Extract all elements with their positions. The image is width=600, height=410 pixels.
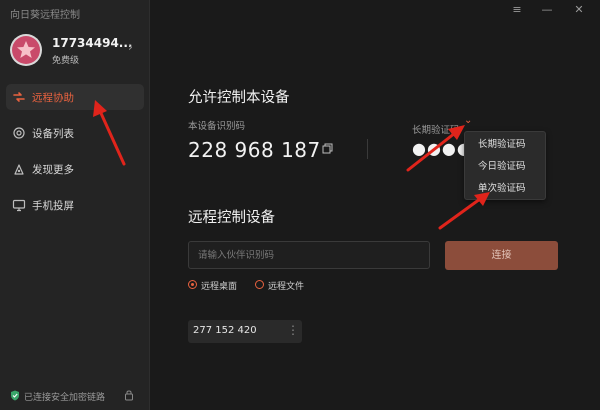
close-icon[interactable]: ✕ — [570, 3, 588, 21]
avatar-star-icon — [12, 36, 40, 64]
avatar — [10, 34, 42, 66]
device-id: 228 968 187 — [188, 138, 321, 162]
device-list-icon — [13, 127, 25, 139]
discover-icon — [14, 164, 24, 175]
app-title: 向日葵远程控制 — [10, 10, 80, 21]
connection-status-text: 已连接安全加密链路 — [24, 393, 106, 403]
recent-device-card[interactable]: 277 152 420 ⋮ — [188, 320, 302, 343]
menu-icon[interactable]: ≡ — [508, 3, 526, 21]
divider — [367, 139, 368, 159]
username: 17734494... — [52, 36, 133, 50]
sidebar-nav: 远程协助 设备列表 发现更多 手机投屏 — [6, 84, 144, 228]
code-type-label: 长期验证码 — [412, 125, 460, 136]
device-id-label: 本设备识别码 — [188, 121, 246, 132]
copy-icon[interactable] — [322, 143, 333, 154]
sidebar-item-screen-mirror[interactable]: 手机投屏 — [6, 192, 144, 218]
monitor-icon — [12, 199, 26, 212]
shield-check-icon — [11, 390, 19, 401]
password-mask: ●●●● — [412, 139, 472, 158]
chevron-right-icon[interactable]: › — [128, 40, 133, 54]
lock-icon[interactable] — [124, 389, 134, 401]
sidebar-item-label: 远程协助 — [32, 92, 74, 104]
radio-checked-icon — [188, 280, 197, 289]
dropdown-option-long-term[interactable]: 长期验证码 — [465, 134, 545, 156]
radio-label: 远程文件 — [268, 282, 305, 292]
user-tier: 免费级 — [52, 56, 80, 66]
sidebar-item-discover[interactable]: 发现更多 — [6, 156, 144, 182]
main-panel: ≡ — ✕ 允许控制本设备 本设备识别码 228 968 187 长期验证码 ⌄… — [150, 0, 600, 410]
chevron-down-icon: ⌄ — [464, 115, 473, 126]
radio-unchecked-icon — [255, 280, 264, 289]
sidebar-item-label: 发现更多 — [32, 164, 74, 176]
user-profile[interactable]: 17734494... 免费级 › — [10, 34, 142, 66]
recent-device-id: 277 152 420 — [193, 325, 257, 336]
minimize-icon[interactable]: — — [538, 3, 556, 21]
connection-status: 已连接安全加密链路 — [10, 389, 140, 403]
dropdown-option-today[interactable]: 今日验证码 — [465, 156, 545, 178]
remote-assist-icon — [13, 92, 25, 102]
sidebar-item-label: 手机投屏 — [32, 200, 74, 212]
allow-control-title: 允许控制本设备 — [188, 90, 290, 106]
dropdown-option-single[interactable]: 单次验证码 — [465, 178, 545, 200]
connect-button[interactable]: 连接 — [445, 241, 558, 270]
more-vertical-icon[interactable]: ⋮ — [287, 323, 299, 337]
code-type-dropdown: 长期验证码 今日验证码 单次验证码 — [464, 131, 546, 200]
window-controls: ≡ — ✕ — [500, 0, 600, 24]
remote-control-title: 远程控制设备 — [188, 210, 275, 226]
sidebar-item-device-list[interactable]: 设备列表 — [6, 120, 144, 146]
sidebar-item-remote-assist[interactable]: 远程协助 — [6, 84, 144, 110]
sidebar-item-label: 设备列表 — [32, 128, 74, 140]
sidebar: 向日葵远程控制 17734494... 免费级 › 远程协助 设备列表 发现更多… — [0, 0, 150, 410]
radio-label: 远程桌面 — [201, 282, 238, 292]
partner-id-input[interactable] — [188, 241, 430, 269]
code-type-selector[interactable]: 长期验证码 ⌄ — [412, 115, 472, 137]
